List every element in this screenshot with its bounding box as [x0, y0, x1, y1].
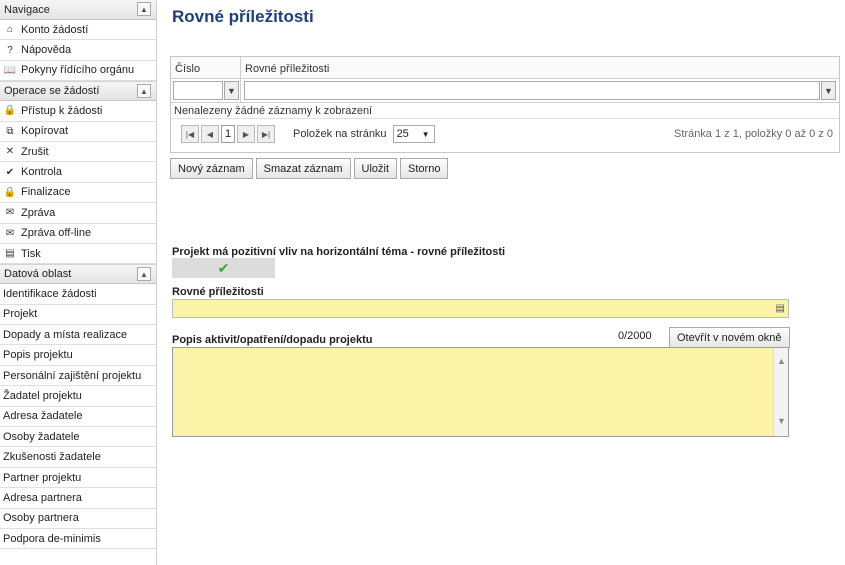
data-area-item[interactable]: Partner projektu	[0, 468, 156, 489]
ops-item[interactable]: ▤ Tisk	[0, 244, 156, 265]
filter-input-rovne[interactable]	[244, 81, 820, 100]
nav-item[interactable]: ⌂ Konto žádostí	[0, 20, 156, 41]
rovne-field[interactable]: ▤	[172, 299, 789, 318]
data-area-item[interactable]: Projekt	[0, 305, 156, 326]
ops-item-label: Zrušit	[21, 145, 49, 158]
ops-item-label: Kopírovat	[21, 125, 69, 138]
column-header-cislo[interactable]: Číslo	[171, 57, 241, 78]
column-header-rovne[interactable]: Rovné příležitosti	[241, 57, 839, 78]
delete-record-button[interactable]: Smazat záznam	[255, 158, 351, 179]
home-icon: ⌂	[6, 24, 14, 36]
collapse-icon[interactable]: ▲	[137, 84, 151, 99]
print-icon: ▤	[5, 248, 15, 260]
nav-section-title: Navigace	[4, 3, 50, 16]
cancel-button[interactable]: Storno	[400, 158, 449, 179]
grid-empty-message: Nenalezeny žádné záznamy k zobrazení	[171, 103, 839, 119]
page-number-input[interactable]: 1	[221, 125, 235, 143]
filter-input-cislo[interactable]	[173, 81, 223, 100]
data-area-item[interactable]: Personální zajištění projektu	[0, 366, 156, 387]
collapse-icon[interactable]: ▲	[137, 267, 151, 282]
next-page-icon[interactable]: ▶	[237, 125, 255, 143]
ops-item[interactable]: ✕ Zrušit	[0, 142, 156, 163]
char-counter: 0/2000	[618, 330, 652, 342]
scroll-down-icon[interactable]: ▼	[777, 416, 786, 426]
page-title: Rovné příležitosti	[172, 7, 314, 26]
data-area-item[interactable]: Osoby žadatele	[0, 427, 156, 448]
records-grid: Číslo Rovné příležitosti ▼ ▼ Nenalezeny …	[170, 56, 840, 153]
prev-page-icon[interactable]: ◀	[201, 125, 219, 143]
ops-item-label: Finalizace	[21, 186, 71, 199]
book-icon: 📖	[3, 64, 17, 76]
finalize-lock-icon: 🔒	[3, 186, 17, 198]
rovne-field-label: Rovné příležitosti	[172, 286, 264, 298]
action-buttons: Nový záznam Smazat záznam Uložit Storno	[170, 158, 449, 179]
scrollbar[interactable]: ▲ ▼	[773, 348, 788, 436]
save-button[interactable]: Uložit	[353, 158, 398, 179]
ops-item-label: Zpráva off-line	[21, 227, 92, 240]
message-offline-icon: ✉	[5, 227, 15, 239]
lock-icon: 🔒	[3, 105, 17, 117]
new-record-button[interactable]: Nový záznam	[170, 158, 253, 179]
popis-field-label: Popis aktivit/opatření/dopadu projektu	[172, 334, 373, 346]
ops-item-label: Kontrola	[21, 166, 62, 179]
data-area-item[interactable]: Identifikace žádosti	[0, 284, 156, 305]
open-new-window-button[interactable]: Otevřít v novém okně	[669, 327, 790, 348]
per-page-value: 25	[396, 128, 409, 140]
grid-filter-row: ▼ ▼	[171, 79, 839, 103]
main-content: Rovné příležitosti Číslo Rovné příležito…	[170, 0, 840, 565]
data-area-item[interactable]: Adresa partnera	[0, 488, 156, 509]
data-area-item[interactable]: Popis projektu	[0, 345, 156, 366]
ops-item[interactable]: ✉ Zpráva off-line	[0, 224, 156, 244]
data-area-item[interactable]: Zkušenosti žadatele	[0, 447, 156, 468]
ops-item-label: Tisk	[21, 247, 41, 260]
nav-item-label: Pokyny řídícího orgánu	[21, 64, 135, 77]
help-icon: ?	[7, 44, 13, 56]
positive-impact-label: Projekt má pozitivní vliv na horizontáln…	[172, 246, 506, 258]
data-section-title: Datová oblast	[4, 268, 72, 281]
grid-header: Číslo Rovné příležitosti	[171, 57, 839, 79]
positive-impact-checkbox[interactable]: ✔	[172, 258, 275, 278]
cancel-icon: ✕	[5, 146, 15, 158]
check-icon: ✔	[5, 166, 15, 178]
copy-icon: ⧉	[6, 125, 14, 137]
sidebar: Navigace ▲ ⌂ Konto žádostí? Nápověda 📖 Pokyn…	[0, 0, 157, 565]
scroll-up-icon[interactable]: ▲	[777, 356, 786, 366]
pager: |◀ ◀ 1 ▶ ▶| Položek na stránku 25 ▼ Strá…	[171, 119, 839, 149]
popis-textarea[interactable]: ▲ ▼	[172, 347, 789, 437]
first-page-icon[interactable]: |◀	[181, 125, 199, 143]
nav-item[interactable]: 📖 Pokyny řídícího orgánu	[0, 61, 156, 82]
nav-item[interactable]: ? Nápověda	[0, 40, 156, 61]
nav-section-header[interactable]: Navigace ▲	[0, 0, 156, 20]
data-area-item[interactable]: Podpora de-minimis	[0, 529, 156, 550]
ops-item[interactable]: 🔒 Přístup k žádosti	[0, 101, 156, 122]
nav-item-label: Konto žádostí	[21, 23, 89, 36]
ops-item-label: Přístup k žádosti	[21, 104, 103, 117]
data-area-item[interactable]: Osoby partnera	[0, 509, 156, 529]
message-icon: ✉	[5, 207, 15, 219]
data-area-item[interactable]: Dopady a místa realizace	[0, 325, 156, 346]
data-area-item[interactable]: Adresa žadatele	[0, 407, 156, 428]
chevron-down-icon: ▼	[421, 130, 430, 139]
filter-icon[interactable]: ▼	[821, 81, 836, 100]
collapse-icon[interactable]: ▲	[137, 2, 151, 16]
list-icon[interactable]: ▤	[776, 303, 785, 314]
checkmark-icon: ✔	[217, 259, 230, 276]
filter-icon[interactable]: ▼	[224, 81, 239, 100]
ops-section-header[interactable]: Operace se žádostí ▲	[0, 81, 156, 102]
ops-item[interactable]: ⧉ Kopírovat	[0, 122, 156, 142]
data-area-item[interactable]: Žadatel projektu	[0, 386, 156, 407]
page-info: Stránka 1 z 1, položky 0 až 0 z 0	[674, 128, 833, 140]
ops-item-label: Zpráva	[21, 206, 56, 219]
per-page-select[interactable]: 25 ▼	[392, 125, 435, 143]
ops-section-title: Operace se žádostí	[4, 85, 100, 98]
ops-item[interactable]: 🔒 Finalizace	[0, 183, 156, 204]
ops-item[interactable]: ✉ Zpráva	[0, 203, 156, 224]
data-section-header[interactable]: Datová oblast ▲	[0, 264, 156, 285]
last-page-icon[interactable]: ▶|	[257, 125, 275, 143]
per-page-label: Položek na stránku	[293, 128, 387, 140]
ops-item[interactable]: ✔ Kontrola	[0, 162, 156, 183]
nav-item-label: Nápověda	[21, 44, 72, 57]
